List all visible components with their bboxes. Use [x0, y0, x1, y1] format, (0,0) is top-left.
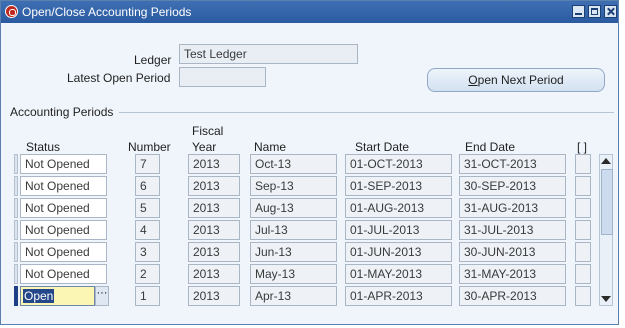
number-field[interactable]: 2: [135, 264, 160, 284]
row-checkbox[interactable]: [575, 286, 591, 306]
scroll-down-icon[interactable]: [601, 296, 611, 302]
status-field[interactable]: Not Opened: [20, 220, 107, 240]
start-date-field[interactable]: 01-APR-2013: [345, 286, 452, 306]
start-date-field[interactable]: 01-JUL-2013: [345, 220, 452, 240]
col-number-header: Number: [128, 140, 171, 154]
row-checkbox[interactable]: [575, 220, 591, 240]
scroll-thumb[interactable]: [601, 169, 613, 235]
status-field[interactable]: Not Opened: [20, 176, 107, 196]
end-date-field[interactable]: 30-SEP-2013: [459, 176, 566, 196]
period-name-field[interactable]: Aug-13: [250, 198, 337, 218]
row-indicator[interactable]: [14, 220, 18, 240]
accounting-periods-title: Accounting Periods: [10, 105, 114, 119]
start-date-field[interactable]: 01-JUN-2013: [345, 242, 452, 262]
vertical-scrollbar[interactable]: [599, 154, 613, 306]
ledger-field[interactable]: Test Ledger: [179, 44, 358, 64]
latest-open-period-field[interactable]: [179, 67, 266, 87]
latest-open-period-label: Latest Open Period: [67, 71, 171, 85]
maximize-icon[interactable]: [588, 5, 601, 18]
period-name-field[interactable]: Apr-13: [250, 286, 337, 306]
number-field[interactable]: 7: [135, 154, 160, 174]
fiscal-year-field[interactable]: 2013: [188, 154, 240, 174]
oracle-app-icon: [5, 5, 18, 18]
row-checkbox[interactable]: [575, 154, 591, 174]
col-status-header: Status: [26, 140, 61, 154]
open-next-period-button[interactable]: Open Next Period: [427, 68, 605, 92]
row-indicator[interactable]: [14, 242, 18, 262]
fiscal-year-field[interactable]: 2013: [188, 286, 240, 306]
status-field[interactable]: Not Opened: [20, 242, 107, 262]
status-field[interactable]: Not Opened: [20, 264, 107, 284]
fiscal-year-field[interactable]: 2013: [188, 198, 240, 218]
scroll-up-icon[interactable]: [601, 158, 611, 164]
group-divider: [119, 112, 614, 113]
period-name-field[interactable]: Jun-13: [250, 242, 337, 262]
col-end-date-header: End Date: [465, 140, 516, 154]
col-fiscal-header: Fiscal: [192, 124, 224, 138]
row-checkbox[interactable]: [575, 264, 591, 284]
end-date-field[interactable]: 31-AUG-2013: [459, 198, 566, 218]
number-field[interactable]: 1: [135, 286, 160, 306]
list-of-values-button[interactable]: ···: [95, 286, 109, 306]
row-checkbox[interactable]: [575, 198, 591, 218]
titlebar: Open/Close Accounting Periods: [1, 1, 618, 23]
window-title: Open/Close Accounting Periods: [22, 5, 192, 19]
period-name-field[interactable]: Oct-13: [250, 154, 337, 174]
row-checkbox[interactable]: [575, 176, 591, 196]
start-date-field[interactable]: 01-MAY-2013: [345, 264, 452, 284]
end-date-field[interactable]: 30-JUN-2013: [459, 242, 566, 262]
status-value: Open: [23, 289, 55, 303]
period-name-field[interactable]: May-13: [250, 264, 337, 284]
start-date-field[interactable]: 01-SEP-2013: [345, 176, 452, 196]
close-icon[interactable]: [604, 5, 617, 18]
end-date-field[interactable]: 30-APR-2013: [459, 286, 566, 306]
col-name-header: Name: [254, 140, 287, 154]
number-field[interactable]: 4: [135, 220, 160, 240]
status-field[interactable]: Not Opened: [20, 198, 107, 218]
end-date-field[interactable]: 31-JUL-2013: [459, 220, 566, 240]
period-name-field[interactable]: Jul-13: [250, 220, 337, 240]
fiscal-year-field[interactable]: 2013: [188, 176, 240, 196]
number-field[interactable]: 6: [135, 176, 160, 196]
fiscal-year-field[interactable]: 2013: [188, 220, 240, 240]
open-next-period-mnemonic: O: [468, 73, 478, 87]
number-field[interactable]: 5: [135, 198, 160, 218]
row-indicator[interactable]: [14, 176, 18, 196]
status-field[interactable]: Not Opened: [20, 154, 107, 174]
status-field[interactable]: Open: [20, 286, 95, 306]
col-start-date-header: Start Date: [355, 140, 410, 154]
col-checkbox-header: [ ]: [577, 140, 588, 154]
end-date-field[interactable]: 31-MAY-2013: [459, 264, 566, 284]
row-checkbox[interactable]: [575, 242, 591, 262]
end-date-field[interactable]: 31-OCT-2013: [459, 154, 566, 174]
number-field[interactable]: 3: [135, 242, 160, 262]
fiscal-year-field[interactable]: 2013: [188, 242, 240, 262]
start-date-field[interactable]: 01-OCT-2013: [345, 154, 452, 174]
row-indicator[interactable]: [14, 154, 18, 174]
start-date-field[interactable]: 01-AUG-2013: [345, 198, 452, 218]
minimize-icon[interactable]: [572, 5, 585, 18]
open-next-period-label: pen Next Period: [477, 73, 564, 87]
row-indicator[interactable]: [14, 198, 18, 218]
col-year-header: Year: [192, 140, 217, 154]
row-indicator[interactable]: [14, 264, 18, 284]
fiscal-year-field[interactable]: 2013: [188, 264, 240, 284]
ledger-label: Ledger: [134, 53, 172, 67]
period-name-field[interactable]: Sep-13: [250, 176, 337, 196]
open-close-periods-window: Open/Close Accounting Periods Ledger Tes…: [0, 0, 619, 325]
row-indicator[interactable]: [14, 286, 18, 306]
